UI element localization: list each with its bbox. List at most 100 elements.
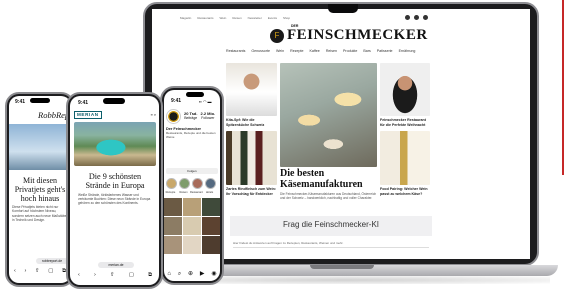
highlight-labels: Rezepte Reisen Restaurants Hotels [164, 191, 216, 194]
home-icon[interactable]: ⌂ [167, 270, 171, 278]
instagram-tab-bar: ⌂ ⌕ ⊕ ▶ ◉ [164, 270, 220, 278]
back-icon[interactable]: ‹ [78, 272, 80, 278]
story-highlights [166, 178, 216, 189]
bookmarks-icon[interactable]: ▢ [129, 272, 134, 278]
dynamic-island [30, 98, 50, 103]
profile-icon[interactable]: ◉ [211, 270, 216, 278]
share-icon[interactable]: ⇧ [110, 272, 115, 278]
browser-toolbar: ‹ › ⇧ ▢ ⧉ [78, 272, 152, 278]
back-icon[interactable]: ‹ [14, 268, 16, 274]
menu-item[interactable]: Patisserie [377, 49, 393, 53]
main-menu: Restaurants Genussorte Wein Rezepte Kaff… [226, 49, 456, 53]
status-time: 9:41 [78, 100, 89, 106]
top-nav-item[interactable]: Shop [283, 16, 290, 22]
post-thumbnail[interactable] [202, 217, 220, 235]
merian-logo[interactable]: MERIAN [74, 111, 102, 119]
post-thumbnail[interactable] [202, 198, 220, 216]
merian-header: MERIAN ≡ ⌕ [74, 111, 156, 119]
top-nav-item[interactable]: Events [268, 16, 277, 22]
top-nav-item[interactable]: Newsletter [248, 16, 262, 22]
top-nav-item[interactable]: Restaurants [197, 16, 213, 22]
post-thumbnail[interactable] [183, 217, 201, 235]
post-thumbnail[interactable] [202, 236, 220, 254]
menu-item[interactable]: Produkte [343, 49, 357, 53]
right-article-column: Feinschmecker Restaurant für die Perfekt… [380, 63, 430, 196]
hero-text: Die Feinschmecker-Käsemanufakturen aus D… [280, 192, 377, 201]
post-thumbnail[interactable] [164, 217, 182, 235]
beach-image[interactable] [74, 122, 156, 166]
post-thumbnail[interactable] [183, 236, 201, 254]
search-icon[interactable]: ⌕ [178, 270, 181, 278]
private-jet-image[interactable] [9, 124, 71, 170]
status-icons: ▪▪ ◠ ▬ [199, 99, 212, 104]
share-icon[interactable]: ⇧ [35, 268, 40, 274]
article-text: Weiße Strände, türkisfarbenes Wasser und… [78, 193, 151, 206]
reels-icon[interactable]: ▶ [200, 270, 205, 278]
site-logo[interactable]: F FEINSCHMECKER [270, 27, 428, 44]
url-bar[interactable]: robbreport.de [36, 258, 68, 264]
left-article-column: Kita-Spf: Wie die Spitzenküche Schweiz s… [226, 63, 277, 196]
article-title[interactable]: Mit diesen Privatjets geht's hoch hinaus [11, 176, 69, 203]
hero-cheese-image[interactable] [280, 63, 377, 167]
stat-followers[interactable]: 2.2 Mio. Follower [201, 111, 216, 121]
logo-text: FEINSCHMECKER [287, 27, 428, 43]
status-time: 9:41 [171, 98, 182, 104]
status-time: 9:41 [15, 99, 26, 105]
dynamic-island [103, 98, 125, 104]
wine-image[interactable] [380, 131, 430, 185]
stat-posts[interactable]: 20 Tsd. Beiträge [184, 111, 198, 121]
menu-item[interactable]: Bars [363, 49, 370, 53]
hero-title[interactable]: Die besten Käsemanufakturen [280, 168, 378, 190]
article-title[interactable]: Die 9 schönsten Strände in Europa [76, 172, 154, 190]
article-caption[interactable]: Zartes Rindfleisch zum Wein: Ihr Vorschl… [226, 187, 277, 196]
post-grid [164, 198, 220, 254]
menu-item[interactable]: Genussorte [251, 49, 270, 53]
tabs-icon[interactable]: ⧉ [148, 272, 152, 278]
profile-bio: Restaurants, Rezepte und die besten Wein… [166, 131, 216, 139]
laptop-top-nav: Magazin Restaurants Wein Reisen Newslett… [180, 16, 440, 22]
forward-icon[interactable]: › [24, 268, 26, 274]
highlight-circle[interactable] [205, 178, 216, 189]
article-caption[interactable]: Kita-Spf: Wie die Spitzenküche Schweiz s… [226, 118, 277, 127]
chef-image[interactable] [226, 63, 277, 116]
highlight-circle[interactable] [192, 178, 203, 189]
top-nav-item[interactable]: Magazin [180, 16, 191, 22]
menu-item[interactable]: Rezepte [290, 49, 303, 53]
highlight-circle[interactable] [179, 178, 190, 189]
highlight-circle[interactable] [166, 178, 177, 189]
post-thumbnail[interactable] [164, 236, 182, 254]
menu-item[interactable]: Kaffee [309, 49, 319, 53]
account-icon[interactable] [414, 15, 419, 20]
post-thumbnail[interactable] [183, 198, 201, 216]
menu-item[interactable]: Reisen [326, 49, 337, 53]
dynamic-island [186, 92, 204, 97]
portrait-image[interactable] [380, 63, 430, 116]
top-nav-item[interactable]: Wein [220, 16, 227, 22]
laptop-camera [328, 4, 358, 13]
accent-line [562, 0, 564, 175]
profile-avatar[interactable] [166, 109, 181, 124]
search-icon[interactable] [405, 15, 410, 20]
ki-subtitle: Hier findest du Antworten auf Fragen zu … [233, 241, 344, 245]
bookmarks-icon[interactable]: ▢ [48, 268, 53, 274]
article-caption[interactable]: Feinschmecker Restaurant für die Perfekt… [380, 118, 430, 127]
menu-search-icons[interactable]: ≡ ⌕ [151, 113, 156, 117]
menu-item[interactable]: Ernährung [399, 49, 416, 53]
post-thumbnail[interactable] [164, 198, 182, 216]
article-caption[interactable]: Food Pairing: Welcher Wein passt zu welc… [380, 187, 430, 196]
top-nav-item[interactable]: Reisen [232, 16, 241, 22]
laptop-header-icons [405, 15, 428, 20]
follow-button[interactable]: Folgen [166, 168, 218, 174]
cart-icon[interactable] [423, 15, 428, 20]
laptop-notch [310, 265, 374, 269]
ki-title: Frag die Feinschmecker-KI [282, 220, 380, 229]
url-bar[interactable]: merian.de [98, 262, 134, 268]
forward-icon[interactable]: › [94, 272, 96, 278]
menu-item[interactable]: Restaurants [226, 49, 245, 53]
highlight-label: Reisen [179, 191, 188, 194]
highlight-label: Hotels [205, 191, 214, 194]
browser-toolbar: ‹ › ⇧ ▢ ⧉ [14, 268, 66, 274]
add-icon[interactable]: ⊕ [188, 270, 193, 278]
menu-item[interactable]: Wein [276, 49, 284, 53]
bottles-image[interactable] [226, 131, 277, 185]
